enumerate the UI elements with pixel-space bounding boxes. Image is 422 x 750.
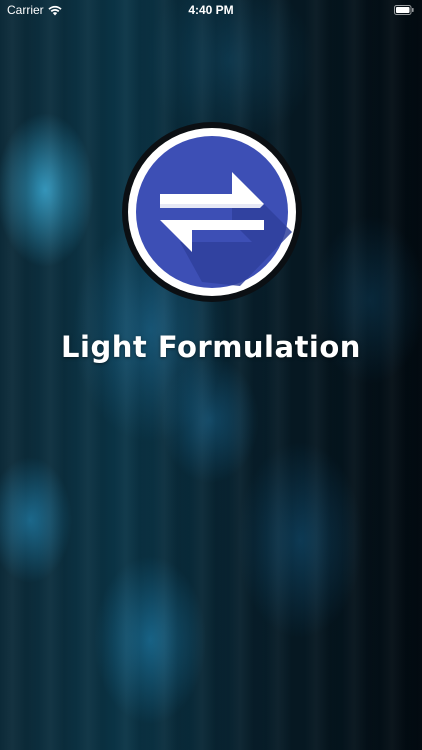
app-title: Light Formulation — [61, 330, 361, 364]
battery-icon — [394, 5, 414, 15]
status-bar: Carrier 4:40 PM — [0, 0, 422, 22]
status-time: 4:40 PM — [188, 3, 234, 17]
app-logo — [122, 122, 302, 302]
blurred-background — [0, 0, 422, 750]
